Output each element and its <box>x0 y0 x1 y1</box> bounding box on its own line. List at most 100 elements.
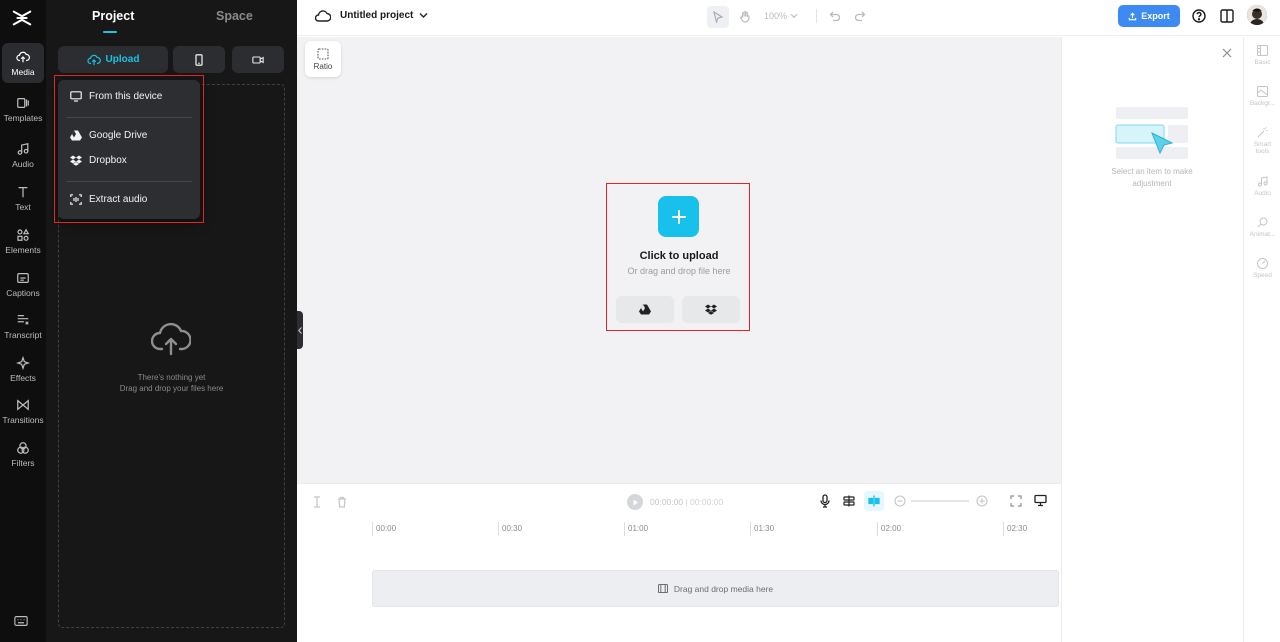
zoom-in-icon[interactable] <box>976 495 988 507</box>
rail-item-label: Media <box>11 67 35 77</box>
menu-item-extract-audio[interactable]: Extract audio <box>70 194 147 205</box>
menu-item-dropbox[interactable]: Dropbox <box>70 155 127 166</box>
export-button[interactable]: Export <box>1118 5 1180 27</box>
google-drive-button[interactable] <box>616 296 674 323</box>
zoom-out-icon[interactable] <box>894 495 906 507</box>
undo-icon[interactable] <box>829 10 841 22</box>
add-media-button[interactable] <box>658 196 699 237</box>
timeline-drop-text: Drag and drop media here <box>673 583 774 594</box>
google-drive-icon <box>639 304 651 315</box>
zoom-dropdown[interactable]: 100% <box>764 11 798 21</box>
film-icon <box>657 584 668 593</box>
cloud-upload-icon <box>16 51 30 63</box>
rail-item-label: Speed <box>1253 272 1272 279</box>
rail-item-transcript[interactable]: Transcript <box>2 306 44 346</box>
monitor-icon <box>70 91 82 102</box>
rail-item-media[interactable]: Media <box>2 43 44 83</box>
ruler-tick: 01:00 <box>624 522 648 536</box>
rail-item-label: Filters <box>11 458 35 468</box>
upload-dropdown-menu: From this device Google Drive Dropbox Ex… <box>58 80 200 219</box>
background-icon <box>1257 86 1268 97</box>
timeline-drop-zone[interactable]: Drag and drop media here <box>372 570 1059 607</box>
redo-icon[interactable] <box>854 10 866 22</box>
zoom-slider[interactable] <box>911 500 969 502</box>
effects-sparkle-icon <box>16 356 30 370</box>
rail-item-audio[interactable]: Audio <box>2 135 44 175</box>
rail-item-label: Basic <box>1254 59 1271 66</box>
rail-item-label: Effects <box>10 373 36 383</box>
music-note-icon <box>17 142 29 155</box>
rail-item-background[interactable]: Backgr... <box>1244 86 1280 107</box>
menu-item-label: Dropbox <box>89 155 127 166</box>
left-icon-rail: Media Templates Audio Text Elements Capt… <box>0 0 46 642</box>
upload-card: Click to upload Or drag and drop file he… <box>607 184 749 330</box>
upload-arrow-icon <box>1128 12 1137 20</box>
rail-item-smart-tools[interactable]: Smart tools <box>1244 127 1280 155</box>
close-icon[interactable] <box>1222 48 1232 58</box>
capcut-logo-icon[interactable] <box>11 7 33 29</box>
rail-item-filters[interactable]: Filters <box>2 434 44 474</box>
timeline: 00:00:00 | 00:00:00 00:00 00:30 01:00 01… <box>297 483 1061 642</box>
extract-audio-icon <box>70 194 82 205</box>
snap-toggle[interactable] <box>864 491 884 511</box>
basic-settings-icon <box>1257 45 1268 56</box>
rail-item-captions[interactable]: Captions <box>2 264 44 304</box>
upload-title[interactable]: Click to upload <box>607 250 751 262</box>
text-icon <box>18 187 28 198</box>
ruler-tick: 01:30 <box>750 522 774 536</box>
cloud-sync-icon[interactable] <box>315 10 331 22</box>
user-avatar[interactable] <box>1247 5 1267 25</box>
hand-icon <box>740 11 750 23</box>
split-icon[interactable] <box>312 496 322 508</box>
trash-icon[interactable] <box>337 496 347 508</box>
fit-timeline-icon[interactable] <box>1010 495 1022 507</box>
rail-item-label: Transitions <box>2 415 44 425</box>
tab-project[interactable]: Project <box>92 9 134 23</box>
preview-screen-icon[interactable] <box>1034 494 1047 507</box>
upload-subtitle: Or drag and drop file here <box>627 266 731 276</box>
music-note-icon <box>1258 176 1268 187</box>
menu-item-label: From this device <box>89 91 163 102</box>
menu-item-google-drive[interactable]: Google Drive <box>70 130 147 141</box>
panel-collapse-handle[interactable] <box>297 311 303 349</box>
help-icon[interactable] <box>1192 9 1206 23</box>
rail-item-animation[interactable]: Animat... <box>1244 217 1280 238</box>
rail-item-templates[interactable]: Templates <box>2 89 44 129</box>
rail-item-audio-settings[interactable]: Audio <box>1244 176 1280 197</box>
elements-icon <box>17 228 30 241</box>
ruler-tick: 00:00 <box>372 522 396 536</box>
rail-item-label: Backgr... <box>1249 100 1276 107</box>
avatar-image-icon <box>1247 5 1267 25</box>
rail-item-basic[interactable]: Basic <box>1244 45 1280 66</box>
menu-item-from-this-device[interactable]: From this device <box>70 91 162 102</box>
rail-item-effects[interactable]: Effects <box>2 349 44 389</box>
video-camera-icon <box>252 55 264 64</box>
chevron-down-icon[interactable] <box>419 12 428 19</box>
phone-upload-button[interactable] <box>173 46 225 73</box>
tab-active-indicator <box>103 31 117 33</box>
select-tool-button[interactable] <box>707 6 729 28</box>
rail-item-transitions[interactable]: Transitions <box>2 391 44 431</box>
ratio-button[interactable]: Ratio <box>305 41 341 77</box>
zoom-level: 100% <box>764 11 788 21</box>
hand-tool-button[interactable] <box>734 6 756 28</box>
menu-item-label: Google Drive <box>89 130 148 141</box>
dropbox-button[interactable] <box>682 296 740 323</box>
project-title[interactable]: Untitled project <box>340 10 413 21</box>
google-drive-icon <box>70 130 82 141</box>
ruler-tick: 02:00 <box>877 522 901 536</box>
time-readout: 00:00:00 | 00:00:00 <box>650 497 724 507</box>
empty-state-subtitle: Drag and drop your files here <box>119 384 224 393</box>
play-button[interactable] <box>627 494 643 510</box>
microphone-icon[interactable] <box>819 494 831 508</box>
total-time: 00:00:00 <box>690 497 724 507</box>
link-track-icon[interactable] <box>842 495 856 507</box>
panel-layout-icon[interactable] <box>1220 9 1234 23</box>
tab-space[interactable]: Space <box>216 9 253 23</box>
rail-item-speed[interactable]: Speed <box>1244 258 1280 279</box>
rail-item-elements[interactable]: Elements <box>2 221 44 261</box>
upload-button[interactable]: Upload <box>58 46 168 73</box>
rail-item-text[interactable]: Text <box>2 178 44 218</box>
keyboard-icon[interactable] <box>14 615 28 627</box>
record-video-button[interactable] <box>232 46 284 73</box>
